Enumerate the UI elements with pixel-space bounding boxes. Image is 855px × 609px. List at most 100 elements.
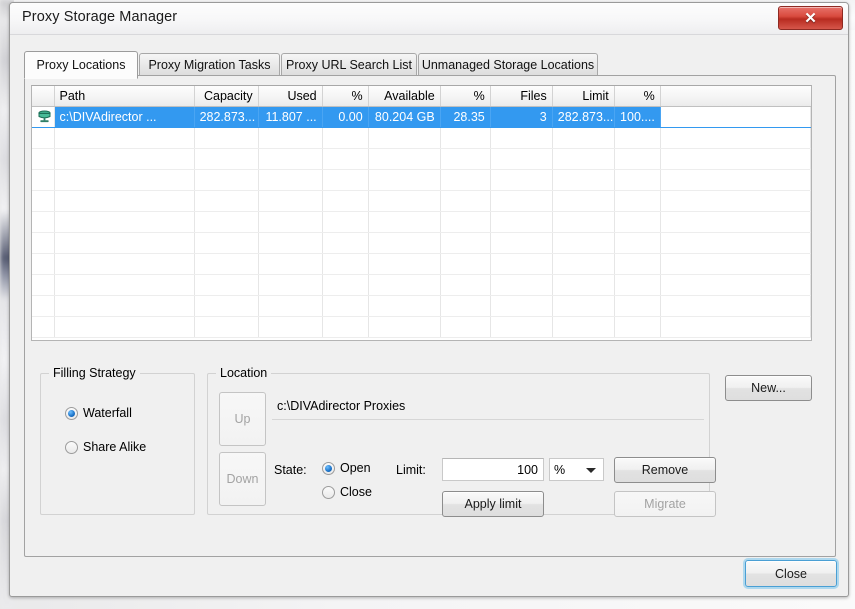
remove-button[interactable]: Remove	[614, 457, 716, 483]
new-location-button[interactable]: New...	[725, 375, 812, 401]
chevron-down-icon	[586, 467, 596, 473]
header-path[interactable]: Path	[54, 86, 195, 107]
table-empty-row[interactable]	[32, 232, 811, 254]
header-used[interactable]: Used	[258, 86, 323, 107]
proxy-storage-manager-dialog: Proxy Storage Manager ✕ Proxy Locations …	[9, 2, 849, 597]
table-header-row: Path Capacity Used % Available % Files L…	[32, 86, 811, 107]
table-empty-cell	[490, 190, 553, 212]
table-empty-cell	[614, 211, 661, 233]
limit-unit-select[interactable]: %	[549, 458, 604, 481]
table-empty-cell	[440, 295, 491, 317]
radio-waterfall-label: Waterfall	[83, 406, 132, 420]
storage-drive-icon	[37, 110, 52, 123]
location-path-field[interactable]: c:\DIVAdirector Proxies	[272, 392, 704, 420]
radio-state-open-indicator	[322, 461, 335, 475]
header-used-percent[interactable]: %	[322, 86, 369, 107]
location-path-value: c:\DIVAdirector Proxies	[277, 398, 406, 413]
move-down-button[interactable]: Down	[219, 452, 266, 506]
table-empty-cell	[194, 274, 259, 296]
table-empty-cell	[194, 148, 259, 170]
table-empty-cell	[614, 316, 661, 338]
table-empty-cell	[322, 232, 369, 254]
migrate-button[interactable]: Migrate	[614, 491, 716, 517]
table-cell: 80.204 GB	[368, 106, 441, 128]
table-body: c:\DIVAdirector ... 282.873... 11.807 ... 0…	[32, 106, 811, 338]
table-empty-cell	[614, 169, 661, 191]
table-empty-cell	[552, 148, 615, 170]
radio-state-open[interactable]: Open	[322, 461, 371, 475]
row-icon-cell	[32, 106, 55, 128]
header-available[interactable]: Available	[368, 86, 441, 107]
table-empty-cell	[368, 169, 441, 191]
close-dialog-button[interactable]: Close	[745, 560, 837, 587]
radio-state-open-label: Open	[340, 461, 371, 475]
tab-unmanaged-storage-locations[interactable]: Unmanaged Storage Locations	[418, 53, 598, 76]
table-empty-row[interactable]	[32, 253, 811, 275]
header-available-percent[interactable]: %	[440, 86, 491, 107]
tab-label: Proxy Locations	[36, 58, 126, 72]
table-empty-cell	[258, 232, 323, 254]
close-window-button[interactable]: ✕	[778, 6, 843, 30]
header-capacity[interactable]: Capacity	[194, 86, 259, 107]
header-files[interactable]: Files	[490, 86, 553, 107]
proxy-locations-table[interactable]: Path Capacity Used % Available % Files L…	[31, 85, 812, 341]
header-filler	[660, 86, 811, 107]
table-empty-cell	[32, 316, 55, 338]
table-empty-cell	[614, 232, 661, 254]
new-location-label: New...	[751, 381, 786, 395]
limit-input[interactable]: 100	[442, 458, 544, 481]
migrate-label: Migrate	[644, 497, 686, 511]
row-filler-cell	[660, 106, 811, 128]
table-empty-cell	[194, 211, 259, 233]
table-empty-cell	[32, 295, 55, 317]
table-cell: 282.873...	[552, 106, 615, 128]
table-cell: 282.873...	[194, 106, 259, 128]
tab-proxy-url-search-list[interactable]: Proxy URL Search List	[281, 53, 417, 76]
move-down-label: Down	[226, 472, 259, 486]
tab-proxy-locations[interactable]: Proxy Locations	[24, 51, 138, 79]
table-empty-row[interactable]	[32, 211, 811, 233]
proxy-locations-grid: Path Capacity Used % Available % Files L…	[32, 86, 811, 338]
table-empty-row[interactable]	[32, 316, 811, 338]
table-empty-cell	[490, 295, 553, 317]
radio-share-alike-label: Share Alike	[83, 440, 147, 454]
table-empty-row[interactable]	[32, 127, 811, 149]
table-empty-cell	[322, 316, 369, 338]
radio-waterfall[interactable]: Waterfall	[65, 406, 132, 420]
header-icon-col	[32, 86, 55, 107]
table-empty-row[interactable]	[32, 169, 811, 191]
tab-proxy-migration-tasks[interactable]: Proxy Migration Tasks	[139, 53, 280, 76]
radio-share-alike-indicator	[65, 440, 78, 454]
table-empty-cell	[322, 295, 369, 317]
table-empty-cell	[614, 127, 661, 149]
limit-value: 100	[517, 462, 538, 477]
table-empty-cell	[54, 127, 195, 149]
table-empty-cell	[660, 148, 811, 170]
table-empty-cell	[32, 148, 55, 170]
move-up-button[interactable]: Up	[219, 392, 266, 446]
table-empty-cell	[660, 253, 811, 275]
table-empty-cell	[368, 127, 441, 149]
radio-state-close[interactable]: Close	[322, 485, 372, 499]
table-empty-row[interactable]	[32, 274, 811, 296]
table-empty-row[interactable]	[32, 190, 811, 212]
table-cell: c:\DIVAdirector ...	[54, 106, 195, 128]
table-empty-row[interactable]	[32, 148, 811, 170]
table-empty-cell	[368, 211, 441, 233]
table-empty-cell	[490, 148, 553, 170]
header-limit-percent[interactable]: %	[614, 86, 661, 107]
table-empty-cell	[440, 316, 491, 338]
table-empty-cell	[194, 232, 259, 254]
table-empty-cell	[54, 148, 195, 170]
apply-limit-button[interactable]: Apply limit	[442, 491, 544, 517]
table-empty-row[interactable]	[32, 295, 811, 317]
header-limit[interactable]: Limit	[552, 86, 615, 107]
dialog-body: Proxy Locations Proxy Migration Tasks Pr…	[10, 35, 848, 596]
table-empty-cell	[32, 211, 55, 233]
radio-state-close-label: Close	[340, 485, 372, 499]
table-row[interactable]: c:\DIVAdirector ... 282.873... 11.807 ... 0…	[32, 106, 811, 128]
table-empty-cell	[660, 190, 811, 212]
table-empty-cell	[490, 232, 553, 254]
radio-share-alike[interactable]: Share Alike	[65, 440, 146, 454]
table-empty-cell	[614, 190, 661, 212]
